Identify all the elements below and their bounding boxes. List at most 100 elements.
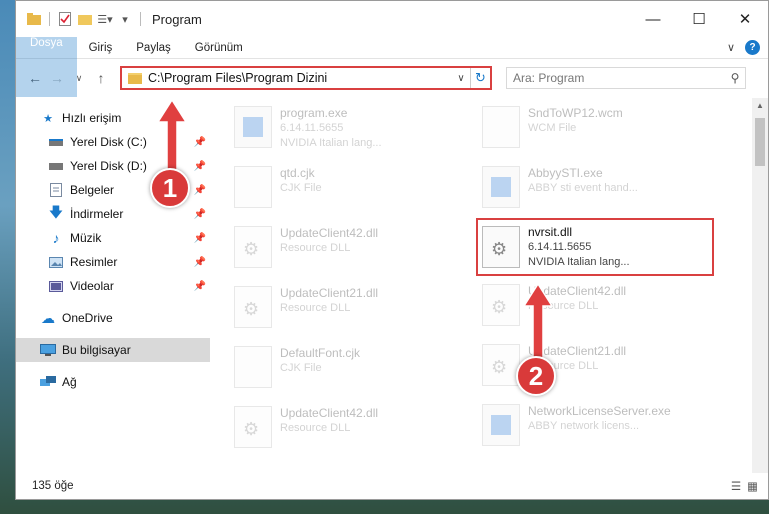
sidebar-item-this-pc[interactable]: Bu bilgisayar bbox=[16, 338, 210, 362]
exe-file-icon bbox=[482, 166, 520, 208]
star-icon: ★ bbox=[43, 112, 53, 125]
file-item[interactable]: SndToWP12.wcm WCM File bbox=[482, 98, 712, 158]
ribbon-tabs: Dosya Giriş Paylaş Görünüm ∨ ? bbox=[16, 37, 768, 97]
file-detail: CJK File bbox=[280, 182, 322, 194]
help-icon[interactable]: ? bbox=[745, 40, 760, 55]
network-icon bbox=[40, 375, 56, 389]
tab-file[interactable]: Dosya bbox=[16, 37, 77, 97]
window-title: Program bbox=[152, 11, 202, 27]
file-detail: Resource DLL bbox=[280, 242, 351, 254]
sidebar-item-label: Yerel Disk (C:) bbox=[70, 135, 147, 149]
dll-file-icon: ⚙ bbox=[234, 406, 272, 448]
file-item[interactable]: DefaultFont.cjk CJK File bbox=[234, 338, 464, 398]
document-file-icon bbox=[234, 346, 272, 388]
file-name: DefaultFont.cjk bbox=[280, 346, 361, 360]
sidebar-item-network[interactable]: Ağ bbox=[16, 370, 210, 394]
file-detail: CJK File bbox=[280, 362, 322, 374]
file-item[interactable]: qtd.cjk CJK File bbox=[234, 158, 464, 218]
file-item-highlighted[interactable]: ⚙ nvrsit.dll 6.14.11.5655 NVIDIA Italian la… bbox=[476, 218, 714, 276]
exe-file-icon bbox=[234, 106, 272, 148]
file-detail: NVIDIA Italian lang... bbox=[280, 137, 382, 149]
pin-icon[interactable]: 📌 bbox=[194, 233, 206, 244]
chevron-down-icon[interactable]: ∨ bbox=[452, 73, 470, 84]
close-button[interactable]: ✕ bbox=[722, 1, 768, 37]
cloud-icon: ☁ bbox=[41, 309, 55, 326]
address-bar[interactable]: C:\Program Files\Program Dizini ∨ ↻ bbox=[120, 66, 492, 90]
tab-share[interactable]: Paylaş bbox=[124, 37, 183, 58]
pictures-icon bbox=[48, 255, 64, 269]
vertical-scrollbar[interactable]: ▲ bbox=[752, 98, 768, 473]
sidebar-item-pictures[interactable]: Resimler 📌 bbox=[16, 250, 210, 274]
file-text: SndToWP12.wcm WCM File bbox=[528, 106, 623, 136]
refresh-icon[interactable]: ↻ bbox=[470, 68, 490, 88]
main-body: ★ Hızlı erişim Yerel Disk (C:) 📌 Yerel D… bbox=[16, 98, 768, 473]
large-icons-view-icon[interactable]: ▦ bbox=[747, 479, 758, 493]
scroll-up-icon[interactable]: ▲ bbox=[752, 98, 768, 114]
chevron-down-icon[interactable]: ∨ bbox=[727, 41, 735, 54]
pin-icon[interactable]: 📌 bbox=[194, 209, 206, 220]
file-item[interactable]: ⚙ UpdateClient21.dll Resource DLL bbox=[234, 278, 464, 338]
music-icon: ♪ bbox=[52, 230, 60, 246]
file-detail: Resource DLL bbox=[280, 302, 351, 314]
scroll-thumb[interactable] bbox=[755, 118, 765, 166]
up-arrow-icon[interactable]: ↑ bbox=[90, 70, 112, 86]
title-bar: ☰▾ ▾ Program — ☐ ✕ bbox=[16, 1, 768, 37]
minimize-button[interactable]: — bbox=[630, 1, 676, 37]
file-name: AbbyySTI.exe bbox=[528, 166, 603, 180]
file-item[interactable]: ⚙ UpdateClient42.dll Resource DLL bbox=[234, 218, 464, 278]
sidebar-item-label: Yerel Disk (D:) bbox=[70, 159, 147, 173]
sidebar-item-music[interactable]: ♪ Müzik 📌 bbox=[16, 226, 210, 250]
file-text: UpdateClient42.dll Resource DLL bbox=[280, 226, 378, 256]
file-item[interactable]: program.exe 6.14.11.5655 NVIDIA Italian la… bbox=[234, 98, 464, 158]
file-text: program.exe 6.14.11.5655 NVIDIA Italian la… bbox=[280, 106, 382, 151]
tab-view[interactable]: Görünüm bbox=[183, 37, 255, 58]
videos-icon bbox=[48, 279, 64, 293]
file-detail: 6.14.11.5655 bbox=[280, 122, 344, 134]
pin-icon[interactable]: 📌 bbox=[194, 257, 206, 268]
file-name: SndToWP12.wcm bbox=[528, 106, 623, 120]
folder-icon[interactable] bbox=[26, 11, 42, 27]
window-controls: — ☐ ✕ bbox=[630, 1, 768, 37]
search-input[interactable]: Ara: Program ⚲ bbox=[506, 67, 746, 89]
properties-icon[interactable] bbox=[57, 11, 73, 27]
search-icon[interactable]: ⚲ bbox=[725, 71, 745, 85]
file-item[interactable]: ⚙ UpdateClient42.dll Resource DLL bbox=[482, 276, 712, 336]
exe-file-icon bbox=[482, 404, 520, 446]
download-icon: 🡇 bbox=[48, 204, 64, 220]
pin-icon[interactable]: 📌 bbox=[194, 161, 206, 172]
annotation-badge-2: 2 bbox=[516, 356, 556, 396]
sidebar-item-videos[interactable]: Videolar 📌 bbox=[16, 274, 210, 298]
sidebar-item-label: Videolar bbox=[70, 279, 114, 293]
file-list: program.exe 6.14.11.5655 NVIDIA Italian la… bbox=[210, 98, 768, 473]
file-item[interactable]: NetworkLicenseServer.exe ABBY network lic… bbox=[482, 396, 712, 456]
new-folder-icon[interactable] bbox=[77, 11, 93, 27]
computer-icon bbox=[40, 343, 56, 357]
file-name: qtd.cjk bbox=[280, 166, 315, 180]
sidebar-item-onedrive[interactable]: ☁ OneDrive bbox=[16, 306, 210, 330]
address-path[interactable]: C:\Program Files\Program Dizini bbox=[148, 71, 452, 85]
file-item[interactable]: AbbyySTI.exe ABBY sti event hand... bbox=[482, 158, 712, 218]
tab-home[interactable]: Giriş bbox=[77, 37, 125, 58]
sidebar-item-downloads[interactable]: 🡇 İndirmeler 📌 bbox=[16, 202, 210, 226]
customize-qat-icon[interactable]: ☰▾ bbox=[97, 11, 113, 27]
file-item[interactable]: ⚙ UpdateClient21.dll Resource DLL bbox=[482, 336, 712, 396]
drive-icon bbox=[48, 135, 64, 149]
view-toggles: ☰ ▦ bbox=[731, 479, 768, 493]
sidebar-item-label: İndirmeler bbox=[70, 207, 124, 221]
pin-icon[interactable]: 📌 bbox=[194, 281, 206, 292]
pin-icon[interactable]: 📌 bbox=[194, 185, 206, 196]
file-text: UpdateClient21.dll Resource DLL bbox=[280, 286, 378, 316]
file-name: UpdateClient42.dll bbox=[280, 226, 379, 240]
file-item[interactable]: ⚙ UpdateClient42.dll Resource DLL bbox=[234, 398, 464, 458]
documents-icon bbox=[48, 183, 64, 197]
file-detail: WCM File bbox=[528, 122, 577, 134]
sidebar-item-label: Resimler bbox=[70, 255, 118, 269]
separator bbox=[49, 12, 50, 26]
chevron-down-icon[interactable]: ▾ bbox=[117, 11, 133, 27]
dll-file-icon: ⚙ bbox=[482, 226, 520, 268]
maximize-button[interactable]: ☐ bbox=[676, 1, 722, 37]
file-text: AbbyySTI.exe ABBY sti event hand... bbox=[528, 166, 638, 196]
pin-icon[interactable]: 📌 bbox=[194, 137, 206, 148]
details-view-icon[interactable]: ☰ bbox=[731, 479, 741, 493]
